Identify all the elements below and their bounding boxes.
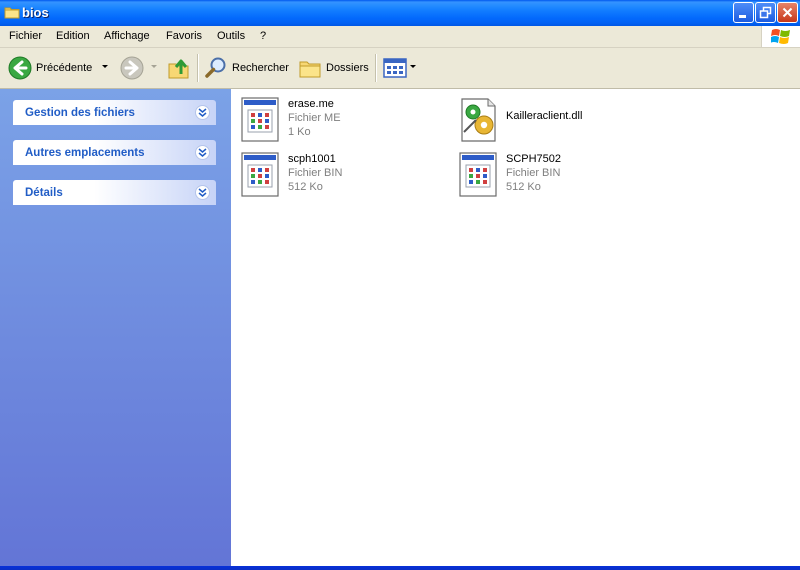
file-item[interactable]: SCPH7502 Fichier BIN 512 Ko (458, 151, 658, 203)
forward-button[interactable] (120, 54, 144, 82)
file-type: Fichier BIN (288, 167, 343, 179)
forward-arrow-icon (120, 56, 144, 80)
window-title: bios (22, 5, 49, 20)
file-type: Fichier BIN (506, 167, 561, 179)
pane-section-file-tasks[interactable]: Gestion des fichiers (13, 100, 216, 125)
up-folder-button[interactable] (167, 54, 191, 82)
toolbar: Précédente Rechercher Dossiers (0, 48, 800, 89)
file-name: SCPH7502 (506, 153, 562, 165)
file-name: scph1001 (288, 153, 336, 165)
views-button[interactable] (383, 54, 407, 82)
chevron-down-icon[interactable] (195, 105, 210, 120)
search-label: Rechercher (232, 62, 289, 74)
views-icon (383, 58, 407, 78)
back-label: Précédente (36, 62, 93, 74)
menu-outils[interactable]: Outils (217, 30, 245, 42)
search-icon (205, 57, 226, 78)
menu-bar: Fichier Edition Affichage Favoris Outils… (0, 26, 800, 48)
up-folder-icon (168, 59, 189, 79)
toolbar-separator (375, 54, 377, 82)
chevron-down-icon[interactable] (195, 185, 210, 200)
forward-dropdown-icon[interactable] (151, 65, 157, 68)
close-icon (782, 7, 793, 18)
file-size: 1 Ko (288, 126, 311, 138)
file-size: 512 Ko (288, 181, 323, 193)
file-size: 512 Ko (506, 181, 541, 193)
back-button[interactable]: Précédente (8, 54, 92, 82)
back-arrow-icon (8, 56, 32, 80)
pane-section-other-places[interactable]: Autres emplacements (13, 140, 216, 165)
chevron-down-icon[interactable] (195, 145, 210, 160)
menu-fichier[interactable]: Fichier (9, 30, 42, 42)
close-button[interactable] (777, 2, 798, 23)
toolbar-separator (197, 54, 199, 82)
generic-file-icon (240, 96, 282, 144)
generic-file-icon (458, 151, 500, 199)
task-pane: Gestion des fichiers Autres emplacements… (0, 89, 231, 566)
minimize-icon (739, 15, 746, 18)
file-item[interactable]: erase.me Fichier ME 1 Ko (240, 96, 440, 148)
file-type: Fichier ME (288, 112, 341, 124)
generic-file-icon (240, 151, 282, 199)
search-button[interactable]: Rechercher (204, 54, 289, 82)
windows-flag-icon (771, 29, 790, 44)
window-bottom-border (0, 566, 800, 570)
folders-icon (299, 61, 321, 78)
restore-button[interactable] (755, 2, 776, 23)
file-item[interactable]: scph1001 Fichier BIN 512 Ko (240, 151, 440, 203)
menu-favoris[interactable]: Favoris (166, 30, 202, 42)
file-item[interactable]: Kailleraclient.dll (458, 96, 658, 148)
menu-help[interactable]: ? (260, 30, 266, 42)
title-bar[interactable]: bios (0, 0, 800, 26)
file-name: Kailleraclient.dll (506, 110, 583, 122)
folders-label: Dossiers (326, 62, 369, 74)
file-name: erase.me (288, 98, 334, 110)
restore-icon (759, 6, 772, 19)
pane-section-details[interactable]: Détails (13, 180, 216, 205)
menu-edition[interactable]: Edition (56, 30, 90, 42)
pane-section-title: Gestion des fichiers (25, 107, 135, 119)
minimize-button[interactable] (733, 2, 754, 23)
views-dropdown-icon[interactable] (410, 65, 416, 68)
menu-affichage[interactable]: Affichage (104, 30, 150, 42)
dll-file-icon (458, 96, 500, 144)
folders-button[interactable]: Dossiers (298, 54, 369, 82)
folder-icon (4, 5, 20, 19)
windows-logo (761, 26, 800, 47)
back-dropdown-icon[interactable] (102, 65, 108, 68)
pane-section-title: Autres emplacements (25, 147, 145, 159)
file-list: erase.me Fichier ME 1 Ko Kailleraclient.… (231, 89, 800, 566)
pane-section-title: Détails (25, 187, 63, 199)
